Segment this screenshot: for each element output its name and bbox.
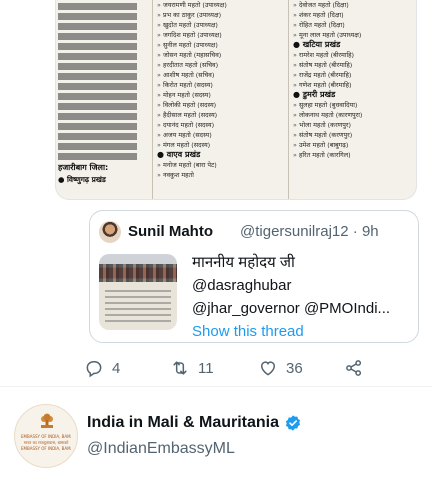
newspaper-section-heading: ● डुमरी प्रखंड (293, 90, 336, 99)
quoted-tweet-line: माननीय महोदय जी (192, 254, 295, 271)
avatar-text-line: EMBASSY OF INDIA, BAMAKO (21, 446, 71, 451)
emblem-icon (41, 413, 53, 428)
author-name-text[interactable]: India in Mali & Mauritania (87, 414, 279, 432)
newspaper-list-item: खुदोत महतो (उपाध्यक्ष) (157, 20, 263, 30)
newspaper-list-item: संतोष महतो (बीरमाहि) (293, 60, 403, 70)
quoted-tweet-author-name[interactable]: Sunil Mahto (128, 223, 213, 240)
retweet-button[interactable]: 11 (170, 358, 214, 378)
newspaper-list-item: मोहन महतो (सदस्य) (157, 90, 263, 100)
verified-badge-icon (285, 415, 301, 431)
show-thread-link[interactable]: Show this thread (192, 320, 390, 343)
newspaper-list-item: जगदिश महतो (उपाध्यक्ष) (157, 30, 263, 40)
newspaper-list-item: हरदीतात महतो (सचिव) (157, 60, 263, 70)
newspaper-list-item: जोसन महतो (महासचिव) (157, 50, 263, 60)
thumbnail-text-block (105, 290, 171, 326)
newspaper-list-item: गणेश महतो (बीरमाहि) (293, 80, 403, 90)
like-count: 36 (286, 359, 303, 377)
newspaper-list-item: अजय महतो (सदस्य) (157, 130, 263, 140)
like-button[interactable]: 36 (258, 358, 303, 378)
quoted-tweet-avatar[interactable] (99, 221, 121, 243)
newspaper-list-item: किरोत महतो (सदस्य) (157, 80, 263, 90)
newspaper-heading: हजारीबाग जिला: (58, 163, 109, 172)
retweet-count: 11 (198, 359, 214, 377)
newspaper-column-right: देवोजत महतो (दिक्षा) शंकर महतो (दिक्षा) … (288, 0, 403, 199)
quoted-tweet-handle-time: @tigersunilraj12 · 9h (240, 223, 379, 240)
newspaper-list-item: रामरेश महतो (बीरमाहि) (293, 50, 403, 60)
quoted-tweet-line: @jhar_governor @PMOIndi... (192, 300, 391, 317)
newspaper-list-item: शंकर महतो (दिक्षा) (293, 10, 403, 20)
tweet-divider (0, 386, 432, 387)
newspaper-list-item: मंगल महतो (सदस्य) (157, 140, 263, 150)
newspaper-list-item: प्रभ का ठाकुर (उपाध्यक्ष) (157, 10, 263, 20)
newspaper-list-item: रोहित महतो (दिक्षा) (293, 20, 403, 30)
quoted-tweet-line: @dasraghubar (192, 277, 292, 294)
newspaper-subheading: ● विष्णुगढ़ प्रखंड (58, 175, 106, 184)
newspaper-list-item: दयानंद महतो (सदस्य) (157, 120, 263, 130)
newspaper-list-item: हैदीसाल महतो (सदस्य) (157, 110, 263, 120)
newspaper-list-item: जयरामणी महतो (उपाध्यक्ष) (157, 0, 263, 10)
embassy-avatar[interactable]: EMBASSY OF INDIA, BAMAKO भारत का राजदूता… (14, 404, 78, 468)
newspaper-list-item: हरित महतो (कारगिल) (293, 150, 403, 160)
like-icon (260, 361, 276, 376)
newspaper-section-heading: ● वाएव प्रखंड (157, 150, 201, 159)
newspaper-section-heading: ● खटिया प्रखंड (293, 40, 341, 49)
newspaper-list-item: भोला महतो (करणपुर) (293, 120, 403, 130)
avatar-text-line: EMBASSY OF INDIA, BAMAKO (21, 434, 71, 439)
reply-count: 4 (112, 359, 121, 377)
newspaper-list-item: सुनील महतो (उपाध्यक्ष) (157, 40, 263, 50)
tweet-media-image[interactable]: हजारीबाग जिला: ● विष्णुगढ़ प्रखंड जयरामण… (55, 0, 417, 200)
avatar-text-line: भारत का राजदूतावास, बामाको (23, 440, 69, 445)
newspaper-list-item: उमेश महतो (बाबुगढ़) (293, 140, 403, 150)
newspaper-list-item: देवोजत महतो (दिक्षा) (293, 0, 403, 10)
newspaper-list-item: विलोकी महतो (सदस्य) (157, 100, 263, 110)
embassy-handle: @IndianEmbassyML (87, 440, 235, 457)
share-icon (346, 360, 362, 376)
retweet-icon (173, 361, 187, 375)
newspaper-list-item: संतोष महतो (करणपुर) (293, 130, 403, 140)
newspaper-list-item: लोकनाथ महतो (कारणपुरा) (293, 110, 403, 120)
thumbnail-photo (99, 264, 177, 282)
reply-button[interactable]: 4 (84, 358, 120, 378)
newspaper-list-item: मनोज महतो (बारा पेट) (157, 160, 263, 170)
newspaper-list-item: मूना लाल महतो (उपाध्यक्ष) (293, 30, 403, 40)
newspaper-list-item: राजेंद्र महतो (बीरमाहि) (293, 70, 403, 80)
embassy-author-name[interactable]: India in Mali & Mauritania (87, 414, 302, 432)
quoted-tweet-text: माननीय महोदय जी @dasraghubar @jhar_gover… (192, 251, 390, 343)
newspaper-column-left: हजारीबाग जिला: ● विष्णुगढ़ प्रखंड (58, 0, 144, 199)
newspaper-list-item: सुलहा महतो (बुधवादिया) (293, 100, 403, 110)
tweet-action-bar: 4 11 36 (84, 358, 374, 382)
quoted-tweet-thumbnail[interactable] (99, 254, 177, 330)
newspaper-list-item: आशीष महतो (सचिव) (157, 70, 263, 80)
reply-icon (86, 361, 102, 378)
share-button[interactable] (344, 358, 364, 378)
newspaper-column-middle: जयरामणी महतो (उपाध्यक्ष) प्रभ का ठाकुर (… (152, 0, 263, 199)
newspaper-list-item: नवकुश महतो (157, 170, 263, 180)
quoted-tweet-card[interactable]: Sunil Mahto @tigersunilraj12 · 9h माननीय… (89, 210, 419, 343)
